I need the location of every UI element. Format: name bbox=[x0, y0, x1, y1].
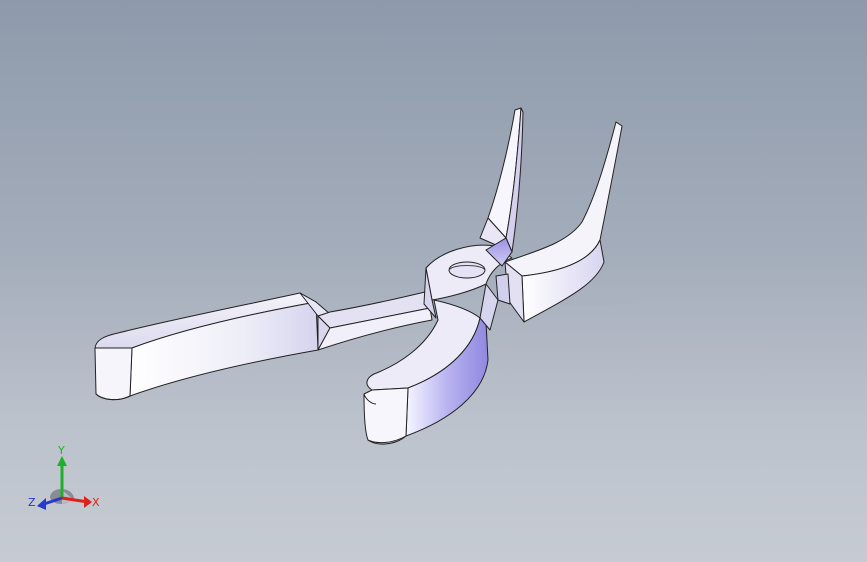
axis-triad[interactable]: Y X Z bbox=[22, 440, 108, 516]
axis-triad-graphic: Y X Z bbox=[28, 444, 100, 510]
z-axis-label: Z bbox=[28, 496, 36, 509]
pliers-model[interactable] bbox=[0, 0, 867, 562]
pivot-hole[interactable] bbox=[448, 261, 486, 279]
graphics-viewport[interactable]: Y X Z bbox=[0, 0, 867, 562]
upper-handle[interactable] bbox=[94, 292, 331, 401]
y-axis-label: Y bbox=[57, 444, 65, 457]
x-axis-label: X bbox=[92, 496, 100, 509]
left-jaw[interactable] bbox=[479, 107, 524, 253]
upper-shank[interactable] bbox=[317, 291, 433, 351]
